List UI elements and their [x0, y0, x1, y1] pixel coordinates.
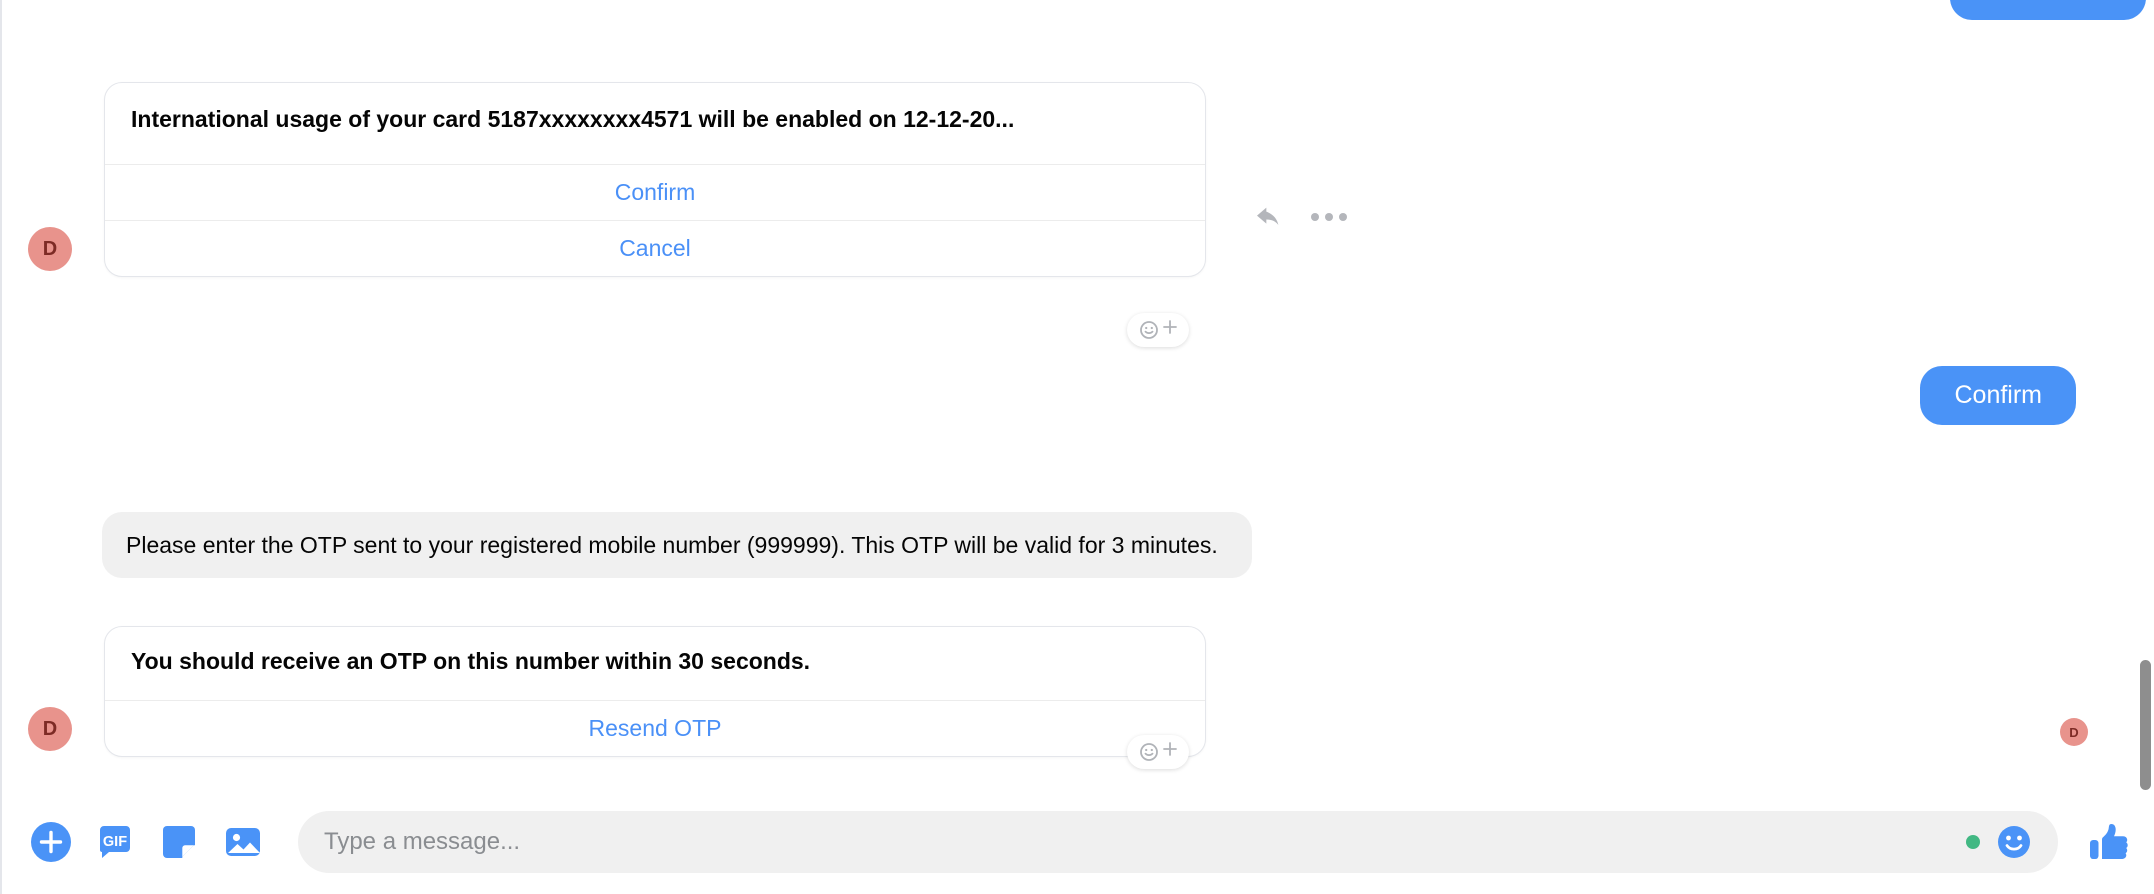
add-attachment-button[interactable]	[24, 815, 78, 869]
reply-action[interactable]	[1252, 200, 1286, 234]
incoming-text-bubble[interactable]: Please enter the OTP sent to your regist…	[102, 512, 1252, 579]
message-input[interactable]	[322, 827, 1966, 857]
gif-icon: GIF	[99, 826, 130, 858]
card-title: You should receive an OTP on this number…	[131, 648, 811, 674]
generic-template-card: You should receive an OTP on this number…	[104, 626, 1206, 758]
message-thread[interactable]: D International usage of your card 5187x…	[2, 0, 2154, 790]
clipped-outgoing-bubble-row	[1950, 0, 2146, 20]
add-reaction-button[interactable]	[1127, 313, 1189, 347]
emoji-picker-button[interactable]	[1994, 822, 2034, 862]
card-cancel-button[interactable]: Cancel	[105, 220, 1205, 276]
messenger-chat-window: D International usage of your card 5187x…	[0, 0, 2154, 894]
message-input-container[interactable]	[298, 811, 2058, 873]
sticker-icon	[163, 826, 195, 858]
message-hover-actions	[1252, 200, 1347, 234]
more-options-action[interactable]	[1311, 200, 1347, 234]
outgoing-text-bubble[interactable]: Confirm	[1920, 366, 2076, 425]
svg-text:GIF: GIF	[103, 834, 127, 850]
add-reaction-icon	[1139, 321, 1158, 339]
seen-by-avatar[interactable]: D	[2060, 718, 2088, 746]
thread-scrollbar-thumb[interactable]	[2140, 660, 2151, 790]
plus-circle-icon	[31, 822, 71, 862]
photo-button[interactable]	[216, 815, 270, 869]
incoming-message-row-otp-instructions: Please enter the OTP sent to your regist…	[102, 512, 1252, 579]
thumbs-up-icon	[2090, 824, 2128, 859]
plus-icon	[1162, 742, 1177, 756]
add-reaction-button[interactable]	[1127, 735, 1189, 769]
clipped-outgoing-bubble	[1950, 0, 2146, 20]
incoming-message-row-card-resend-otp: D You should receive an OTP on this numb…	[28, 626, 1258, 758]
card-title: International usage of your card 5187xxx…	[131, 106, 1015, 132]
generic-template-card: International usage of your card 5187xxx…	[104, 82, 1206, 278]
avatar[interactable]: D	[28, 227, 72, 272]
avatar[interactable]: D	[28, 707, 72, 752]
add-reaction-icon	[1139, 743, 1158, 761]
smiley-icon	[1998, 826, 2030, 858]
resend-otp-button[interactable]: Resend OTP	[105, 700, 1205, 756]
thread-scrollbar-track[interactable]	[2140, 0, 2154, 790]
incoming-message-row-card-international-usage: D International usage of your card 5187x…	[28, 82, 1258, 278]
plus-icon	[1162, 320, 1177, 334]
gif-button[interactable]: GIF	[88, 815, 142, 869]
sticker-button[interactable]	[152, 815, 206, 869]
outgoing-message-row-confirm: Confirm	[1920, 366, 2076, 425]
message-composer: GIF	[2, 790, 2154, 894]
image-icon	[226, 828, 260, 856]
more-options-icon	[1311, 213, 1347, 221]
online-indicator-dot	[1966, 835, 1980, 849]
reply-icon	[1257, 207, 1279, 225]
card-confirm-button[interactable]: Confirm	[105, 164, 1205, 220]
like-thumbs-up-button[interactable]	[2080, 813, 2138, 871]
